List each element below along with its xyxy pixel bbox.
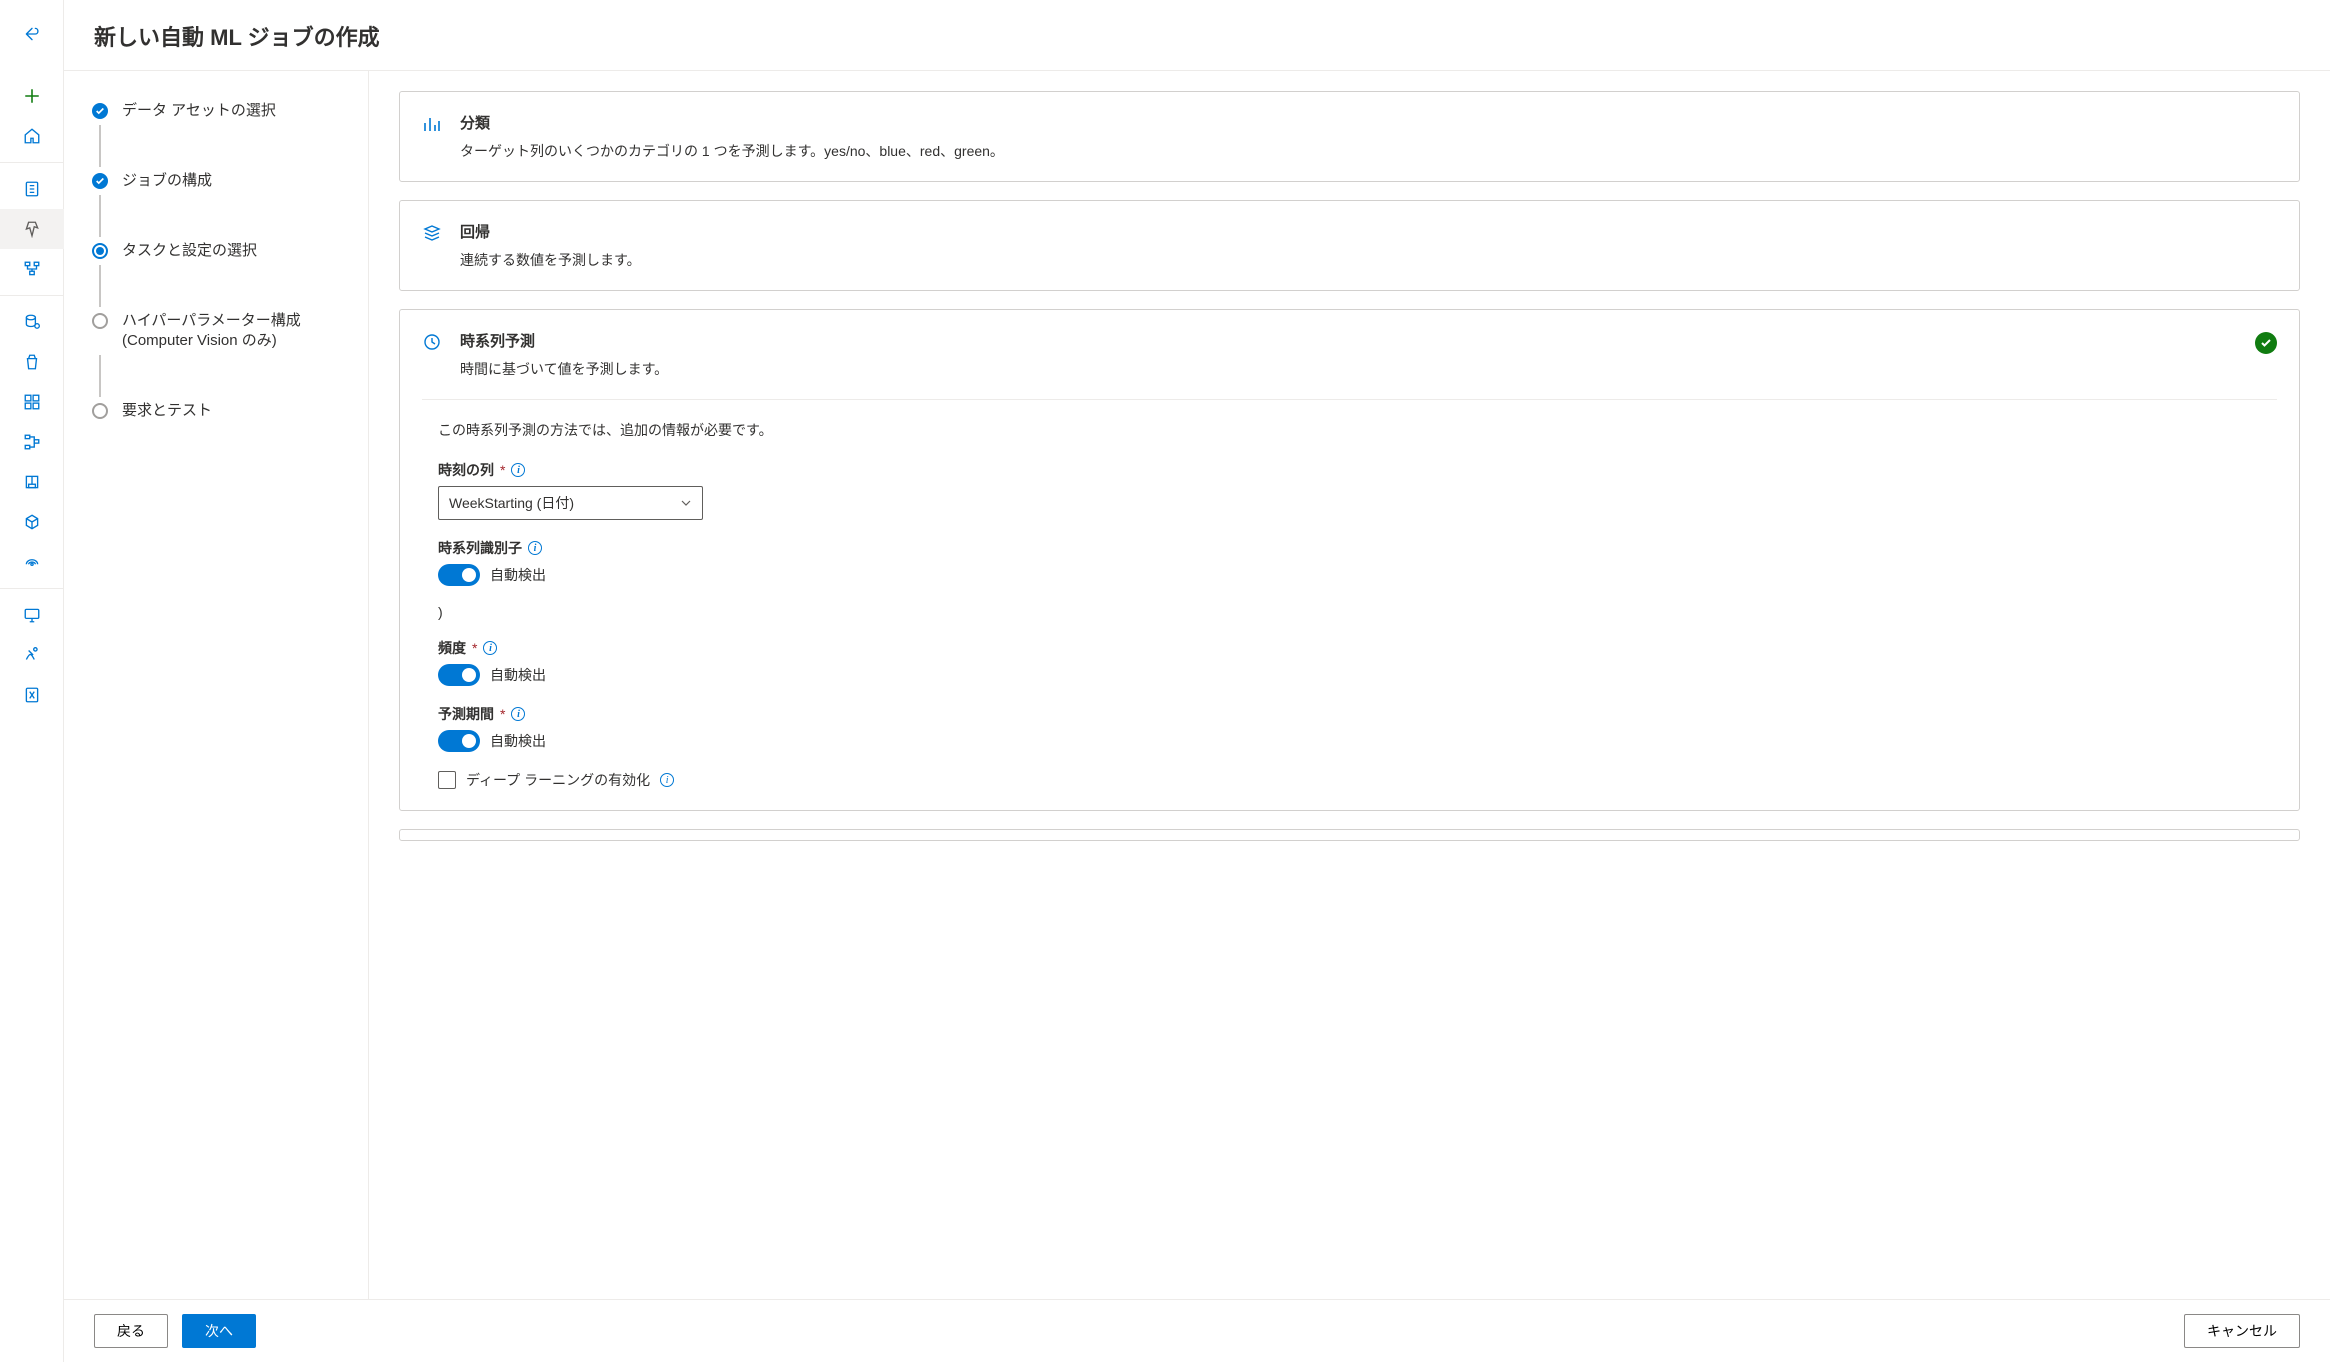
task-card-regression[interactable]: 回帰 連続する数値を予測します。 xyxy=(399,200,2300,291)
time-column-label: 時刻の列 xyxy=(438,460,494,480)
info-icon[interactable]: i xyxy=(483,641,497,655)
clock-icon xyxy=(422,332,442,352)
info-icon[interactable]: i xyxy=(528,541,542,555)
horizon-label: 予測期間 xyxy=(438,704,494,724)
series-id-toggle[interactable] xyxy=(438,564,480,586)
step-validate-test[interactable]: 要求とテスト xyxy=(92,401,344,421)
step-pending-icon xyxy=(92,313,108,329)
task-selection-content: 分類 ターゲット列のいくつかのカテゴリの 1 つを予測します。yes/no、bl… xyxy=(369,71,2330,1299)
step-current-icon xyxy=(92,243,108,259)
time-column-group: 時刻の列 * i WeekStarting (日付) xyxy=(438,460,2277,520)
deep-learning-row: ディープ ラーニングの有効化 i xyxy=(438,770,2277,790)
nav-compute-icon[interactable] xyxy=(0,595,64,635)
task-title: 回帰 xyxy=(460,221,641,242)
required-marker: * xyxy=(500,706,505,722)
back-button[interactable]: 戻る xyxy=(94,1314,168,1348)
cancel-button[interactable]: キャンセル xyxy=(2184,1314,2300,1348)
nav-automl-icon[interactable] xyxy=(0,209,64,249)
chevron-down-icon xyxy=(680,497,692,509)
time-column-value: WeekStarting (日付) xyxy=(449,493,574,513)
next-card-peek xyxy=(399,829,2300,841)
selected-check-icon xyxy=(2255,332,2277,354)
required-marker: * xyxy=(472,640,477,656)
step-complete-icon xyxy=(92,103,108,119)
task-title: 時系列予測 xyxy=(460,330,668,351)
step-data-asset[interactable]: データ アセットの選択 xyxy=(92,101,344,121)
deep-learning-checkbox[interactable] xyxy=(438,771,456,789)
nav-designer-icon[interactable] xyxy=(0,249,64,289)
nav-linked-icon[interactable] xyxy=(0,675,64,715)
page-title: 新しい自動 ML ジョブの作成 xyxy=(94,20,2300,52)
task-description: 時間に基づいて値を予測します。 xyxy=(460,359,668,379)
series-id-toggle-label: 自動検出 xyxy=(490,565,546,585)
required-marker: * xyxy=(500,462,505,478)
next-button[interactable]: 次へ xyxy=(182,1314,256,1348)
nav-components-icon[interactable] xyxy=(0,382,64,422)
step-configure-job[interactable]: ジョブの構成 xyxy=(92,171,344,191)
deep-learning-label: ディープ ラーニングの有効化 xyxy=(466,770,650,790)
nav-datastores-icon[interactable] xyxy=(0,635,64,675)
nav-models-icon[interactable] xyxy=(0,502,64,542)
frequency-group: 頻度 * i 自動検出 xyxy=(438,638,2277,686)
frequency-toggle-label: 自動検出 xyxy=(490,665,546,685)
frequency-toggle[interactable] xyxy=(438,664,480,686)
left-nav-rail xyxy=(0,0,64,1362)
bar-chart-icon xyxy=(422,114,442,134)
step-pending-icon xyxy=(92,403,108,419)
nav-endpoints-icon[interactable] xyxy=(0,542,64,582)
horizon-group: 予測期間 * i 自動検出 xyxy=(438,704,2277,752)
task-card-classification[interactable]: 分類 ターゲット列のいくつかのカテゴリの 1 つを予測します。yes/no、bl… xyxy=(399,91,2300,182)
nav-pipelines-icon[interactable] xyxy=(0,422,64,462)
layers-icon xyxy=(422,223,442,243)
series-id-label: 時系列識別子 xyxy=(438,538,522,558)
nav-notebook-icon[interactable] xyxy=(0,169,64,209)
stray-paren: ) xyxy=(438,604,2277,620)
series-id-group: 時系列識別子 i 自動検出 xyxy=(438,538,2277,586)
nav-home-icon[interactable] xyxy=(0,116,64,156)
time-column-select[interactable]: WeekStarting (日付) xyxy=(438,486,703,520)
step-hyperparameters[interactable]: ハイパーパラメーター構成 (Computer Vision のみ) xyxy=(92,311,344,351)
task-description: 連続する数値を予測します。 xyxy=(460,250,641,270)
forecasting-info-text: この時系列予測の方法では、追加の情報が必要です。 xyxy=(438,420,2277,440)
task-card-forecasting[interactable]: 時系列予測 時間に基づいて値を予測します。 この時系列予測の方法では、追加の情報… xyxy=(399,309,2300,811)
horizon-toggle-label: 自動検出 xyxy=(490,731,546,751)
step-task-settings[interactable]: タスクと設定の選択 xyxy=(92,241,344,261)
task-title: 分類 xyxy=(460,112,1004,133)
info-icon[interactable]: i xyxy=(511,707,525,721)
info-icon[interactable]: i xyxy=(511,463,525,477)
page-header: 新しい自動 ML ジョブの作成 xyxy=(64,0,2330,71)
nav-back-icon[interactable] xyxy=(0,14,64,54)
info-icon[interactable]: i xyxy=(660,773,674,787)
nav-environments-icon[interactable] xyxy=(0,462,64,502)
wizard-stepper: データ アセットの選択 ジョブの構成 タスクと設定の選択 ハイパ xyxy=(64,71,369,1299)
task-description: ターゲット列のいくつかのカテゴリの 1 つを予測します。yes/no、blue、… xyxy=(460,141,1004,161)
nav-add-icon[interactable] xyxy=(0,76,64,116)
nav-data-icon[interactable] xyxy=(0,302,64,342)
frequency-label: 頻度 xyxy=(438,638,466,658)
wizard-footer: 戻る 次へ キャンセル xyxy=(64,1299,2330,1362)
step-complete-icon xyxy=(92,173,108,189)
horizon-toggle[interactable] xyxy=(438,730,480,752)
nav-jobs-icon[interactable] xyxy=(0,342,64,382)
